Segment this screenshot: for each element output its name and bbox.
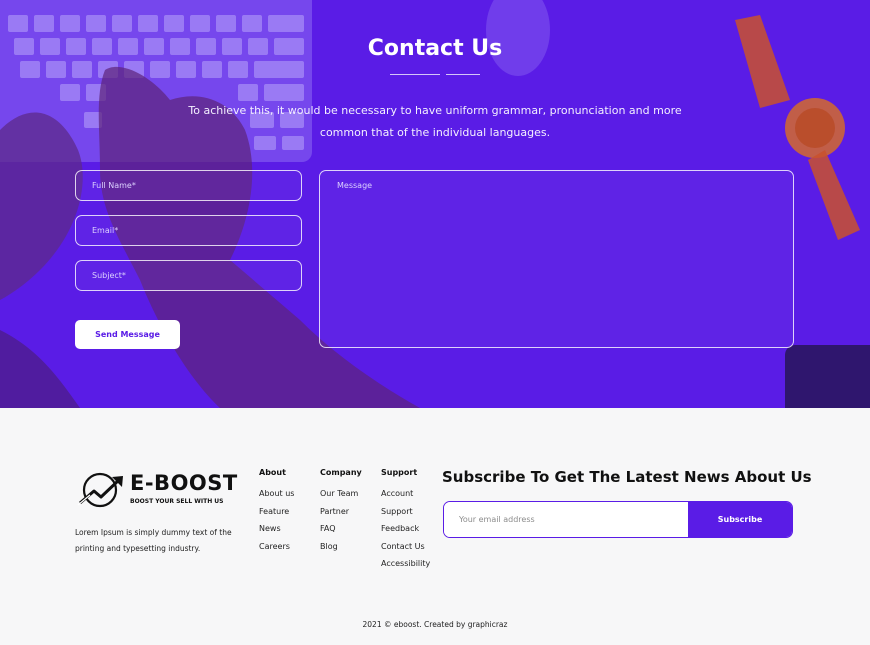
contact-description: To achieve this, it would be necessary t… xyxy=(188,104,682,139)
message-textarea[interactable] xyxy=(319,170,794,348)
subscribe-button[interactable]: Subscribe xyxy=(688,502,792,537)
contact-section: Contact Us To achieve this, it would be … xyxy=(0,0,870,408)
footer-column-company: Company Our Team Partner FAQ Blog xyxy=(320,468,362,555)
brand-name: E-BOOST xyxy=(130,471,238,495)
footer-column-about: About About us Feature News Careers xyxy=(259,468,294,555)
title-underline-accent xyxy=(446,74,480,75)
subscribe-heading-rest: To Get The Latest News About Us xyxy=(525,468,812,486)
copyright-text: 2021 © eboost. Created by graphicraz xyxy=(362,620,508,629)
footer-link-faq[interactable]: FAQ xyxy=(320,520,362,538)
subscribe-heading-bold: Subscribe xyxy=(442,468,526,486)
footer-link-support[interactable]: Support xyxy=(381,503,430,521)
footer-column-title: Support xyxy=(381,468,418,477)
full-name-input[interactable] xyxy=(75,170,302,201)
page-title: Contact Us xyxy=(367,36,503,61)
footer-link-our-team[interactable]: Our Team xyxy=(320,485,362,503)
footer-link-partner[interactable]: Partner xyxy=(320,503,362,521)
subject-input[interactable] xyxy=(75,260,302,291)
footer-link-account[interactable]: Account xyxy=(381,485,430,503)
title-underline xyxy=(390,74,440,75)
footer-column-title: Company xyxy=(320,468,362,477)
footer-link-feedback[interactable]: Feedback xyxy=(381,520,430,538)
footer-link-news[interactable]: News xyxy=(259,520,294,538)
footer-link-contact-us[interactable]: Contact Us xyxy=(381,538,430,556)
trending-up-arrow-logo-icon xyxy=(77,472,123,508)
subscribe-email-input[interactable] xyxy=(444,502,689,537)
brand-logo[interactable]: E-BOOST BOOST YOUR SELL WITH US xyxy=(76,469,246,511)
subscribe-heading: Subscribe To Get The Latest News About U… xyxy=(442,468,812,486)
subscribe-form: Subscribe xyxy=(443,501,793,538)
footer-link-blog[interactable]: Blog xyxy=(320,538,362,556)
footer-link-accessibility[interactable]: Accessibility xyxy=(381,555,430,573)
footer: E-BOOST BOOST YOUR SELL WITH US Lorem Ip… xyxy=(0,408,870,645)
footer-link-feature[interactable]: Feature xyxy=(259,503,294,521)
footer-column-title: About xyxy=(259,468,286,477)
brand-description: Lorem Ipsum is simply dummy text of the … xyxy=(75,528,232,553)
brand-tagline: BOOST YOUR SELL WITH US xyxy=(130,498,224,505)
footer-link-about-us[interactable]: About us xyxy=(259,485,294,503)
footer-link-careers[interactable]: Careers xyxy=(259,538,294,556)
send-message-button[interactable]: Send Message xyxy=(75,320,180,349)
email-input[interactable] xyxy=(75,215,302,246)
footer-column-support: Support Account Support Feedback Contact… xyxy=(381,468,430,573)
